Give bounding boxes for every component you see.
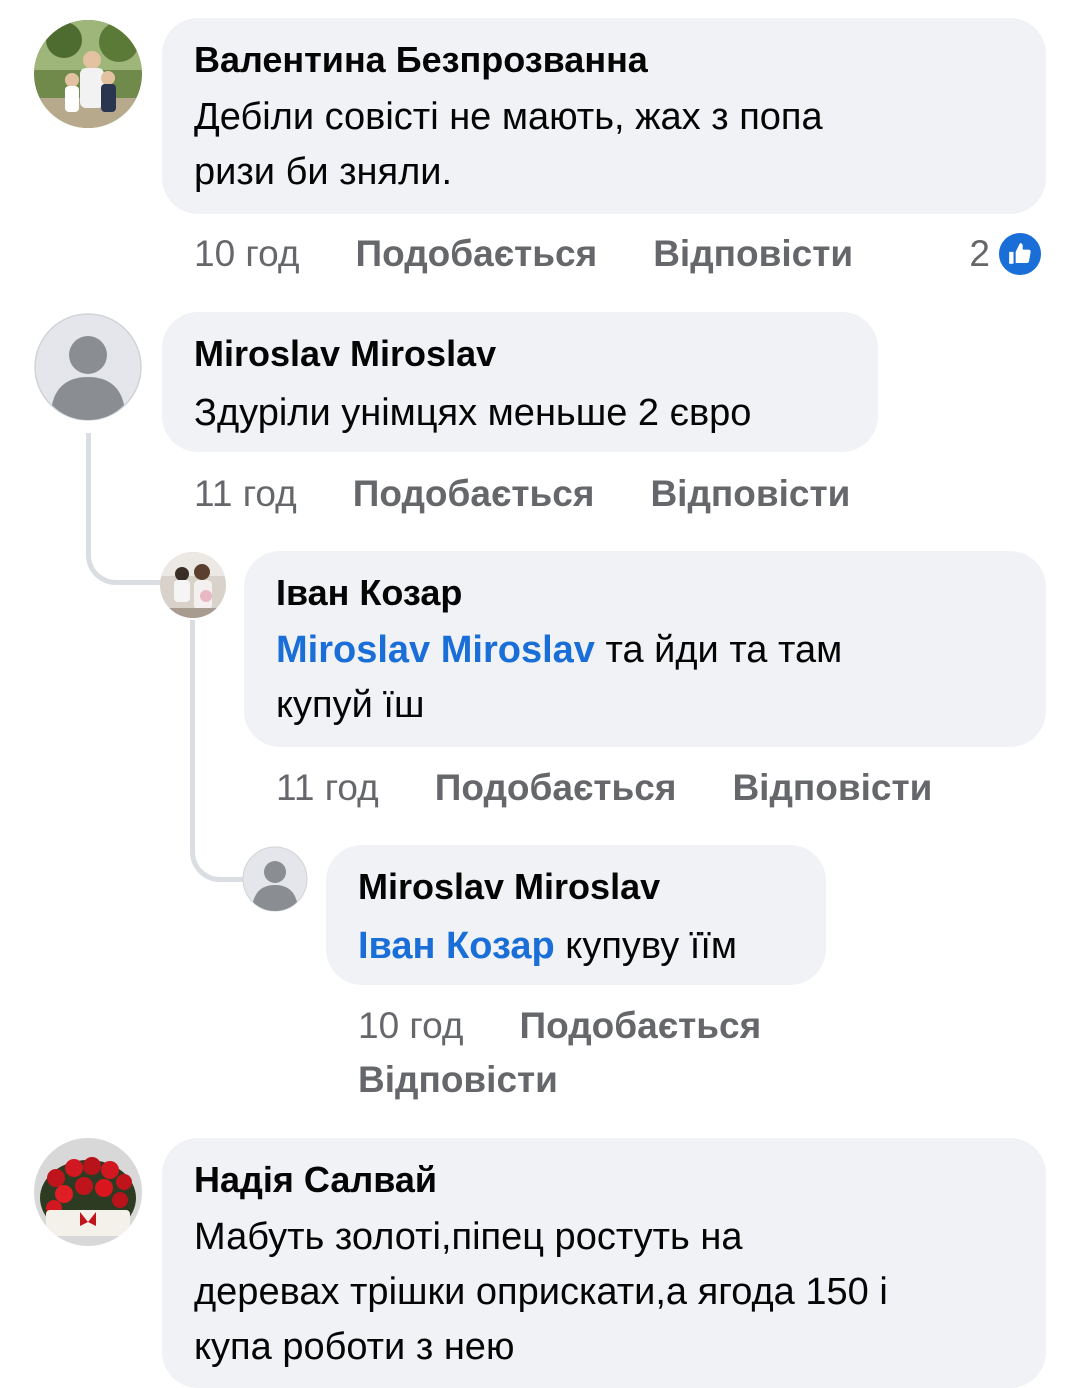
avatar[interactable] <box>242 846 308 912</box>
comment-text: Miroslav Miroslav та йди та там купуй їш <box>276 629 843 726</box>
reply-button[interactable]: Відповісти <box>358 1059 558 1100</box>
avatar[interactable] <box>34 1138 142 1246</box>
comment-time[interactable]: 10 год <box>194 233 299 274</box>
default-user-icon <box>34 313 142 421</box>
photo-avatar-icon <box>34 20 142 128</box>
comment-text: Здуріли унімцях меньше 2 євро <box>194 392 752 434</box>
comment-time[interactable]: 10 год <box>358 1005 463 1046</box>
avatar[interactable] <box>34 313 142 421</box>
like-button[interactable]: Подобається <box>353 473 595 514</box>
comment-author[interactable]: Miroslav Miroslav <box>194 332 846 376</box>
comment-bubble: Надія Салвай Мабуть золоті,піпец ростуть… <box>162 1138 1046 1388</box>
comment-time[interactable]: 11 год <box>194 473 297 514</box>
avatar[interactable] <box>160 552 226 618</box>
comment-meta: 10 год Подобається <box>358 1002 817 1050</box>
photo-avatar-icon <box>160 552 226 618</box>
like-button[interactable]: Подобається <box>355 233 597 274</box>
reply-button[interactable]: Відповісти <box>732 767 932 808</box>
comment-text: Дебіли совісті не мають, жах з попа ризи… <box>194 96 823 193</box>
like-icon <box>996 230 1044 278</box>
mention-link[interactable]: Іван Козар <box>358 925 555 967</box>
like-button[interactable]: Подобається <box>435 767 677 808</box>
comment-author[interactable]: Валентина Безпрозванна <box>194 38 1014 82</box>
thread-connector <box>86 433 162 585</box>
reply-button[interactable]: Відповісти <box>650 473 850 514</box>
comment-author[interactable]: Надія Салвай <box>194 1158 1014 1202</box>
comment-bubble: Miroslav Miroslav Іван Козар купуву їїм <box>326 845 826 985</box>
comment-meta: 10 год Подобається Відповісти <box>194 230 909 278</box>
mention-link[interactable]: Miroslav Miroslav <box>276 629 595 671</box>
comment-meta: Відповісти <box>358 1056 614 1104</box>
comment-author[interactable]: Іван Козар <box>276 571 1014 615</box>
default-user-icon <box>242 846 308 912</box>
comment-bubble: Miroslav Miroslav Здуріли унімцях меньше… <box>162 312 878 452</box>
reaction-summary[interactable]: 2 <box>969 228 1044 280</box>
reply-button[interactable]: Відповісти <box>653 233 853 274</box>
avatar[interactable] <box>34 20 142 128</box>
like-button[interactable]: Подобається <box>519 1005 761 1046</box>
reaction-count: 2 <box>969 233 990 274</box>
comment-text: Іван Козар купуву їїм <box>358 925 738 967</box>
comment-author[interactable]: Miroslav Miroslav <box>358 865 794 909</box>
comment-bubble: Валентина Безпрозванна Дебіли совісті не… <box>162 18 1046 214</box>
comment-bubble: Іван Козар Miroslav Miroslav та йди та т… <box>244 551 1046 747</box>
comment-meta: 11 год Подобається Відповісти <box>276 764 988 812</box>
thread-connector <box>190 620 244 882</box>
comment-time[interactable]: 11 год <box>276 767 379 808</box>
comment-text: Мабуть золоті,піпец ростуть на деревах т… <box>194 1216 888 1368</box>
comment-meta: 11 год Подобається Відповісти <box>194 470 906 518</box>
roses-avatar-icon <box>34 1138 142 1246</box>
